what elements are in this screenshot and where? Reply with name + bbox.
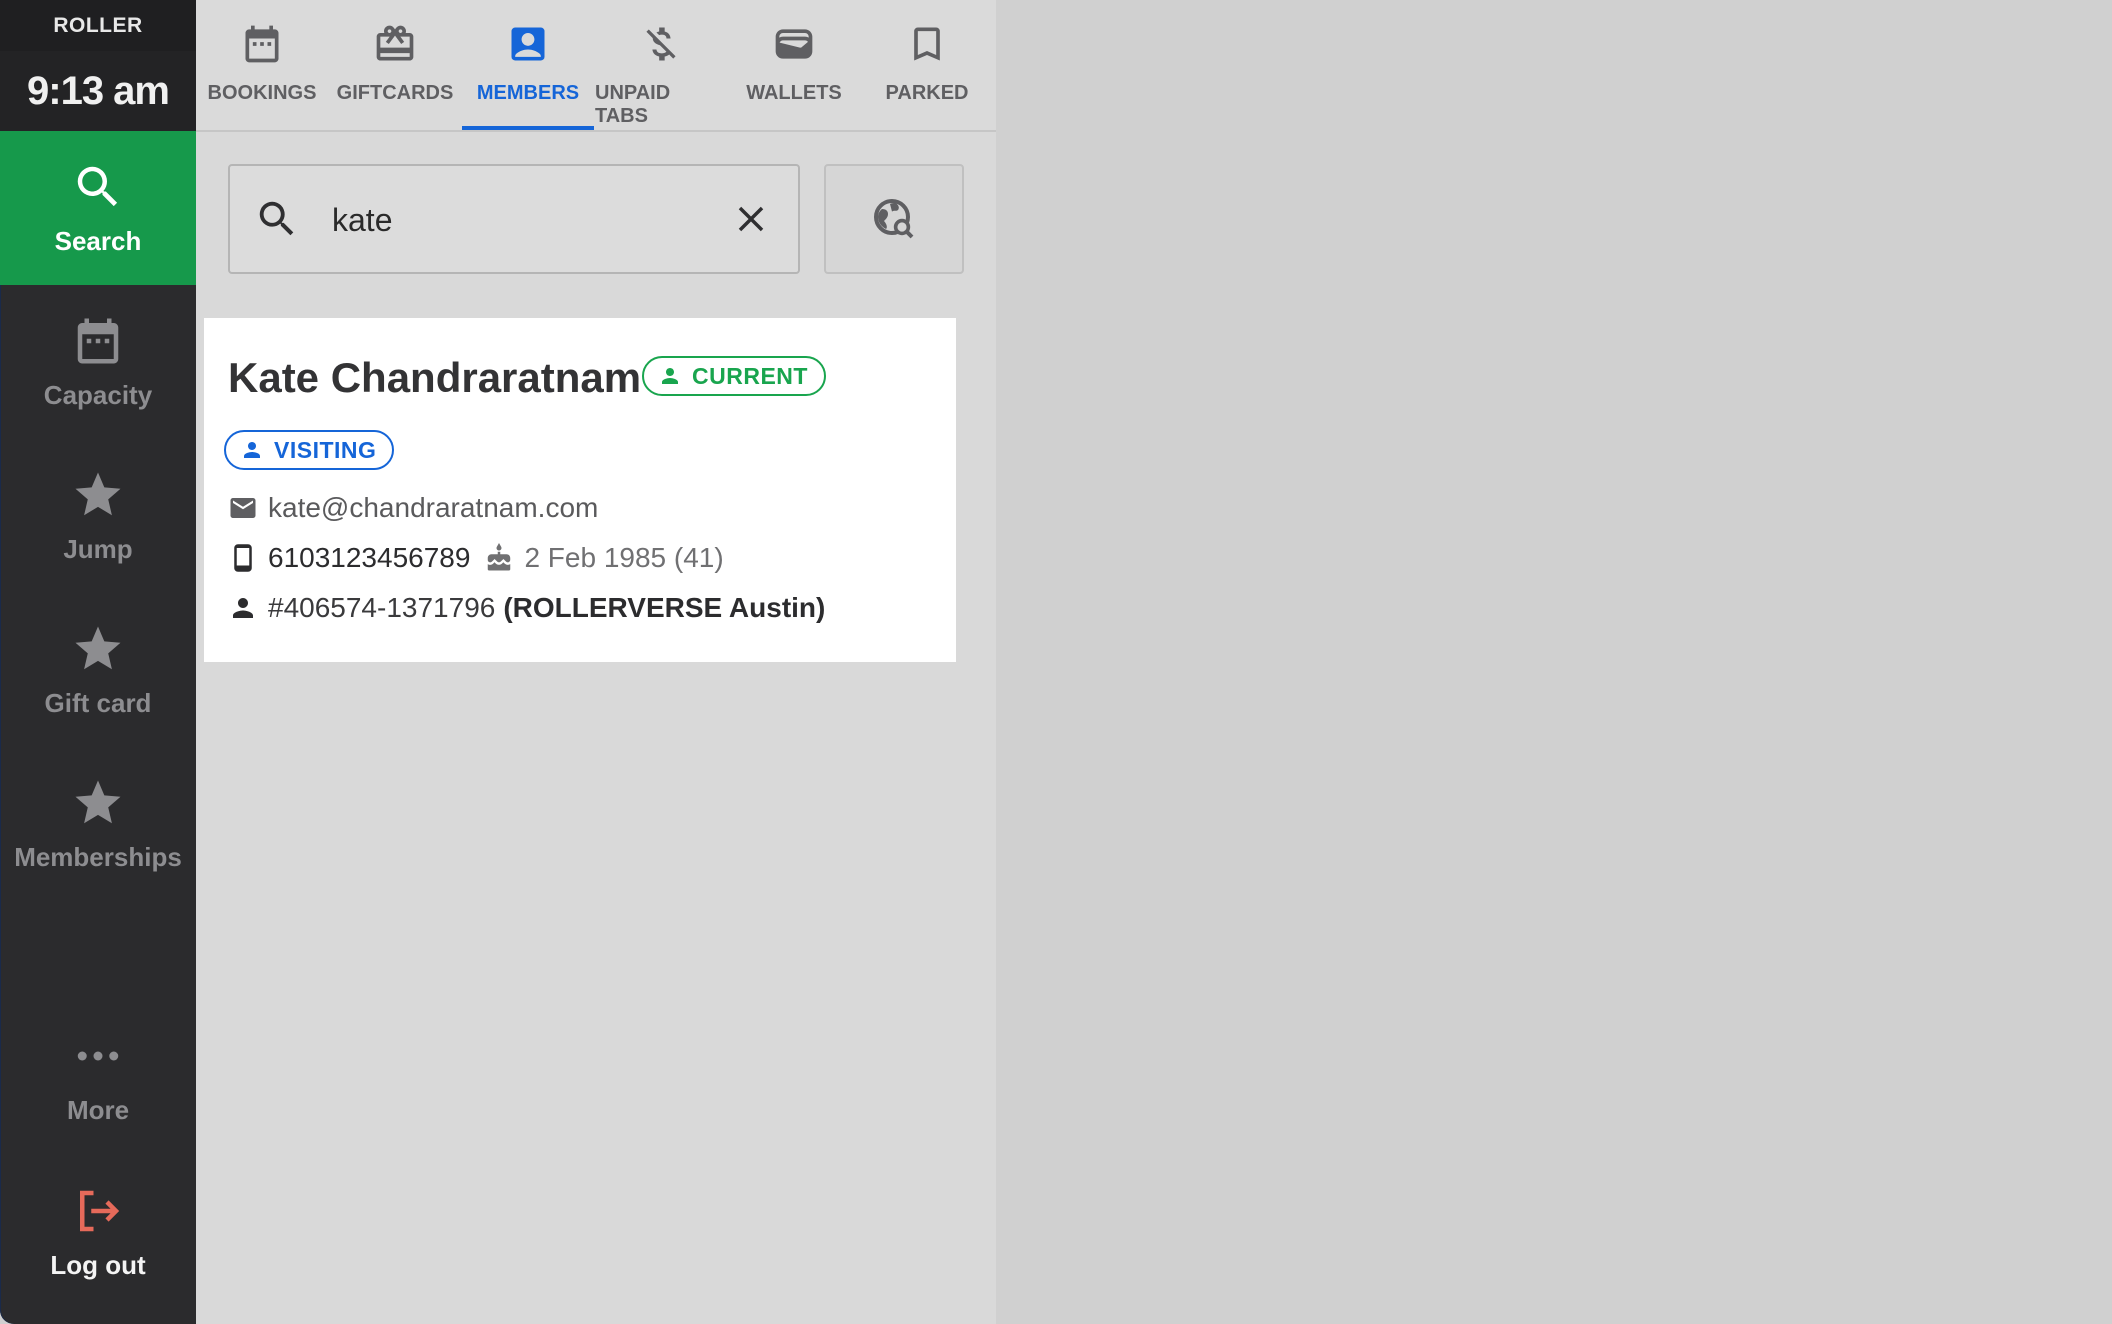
cake-icon <box>488 543 511 571</box>
tab-label: GIFTCARDS <box>336 82 454 104</box>
calendar-icon <box>77 318 119 363</box>
sidebar-item-label: Log out <box>50 1249 146 1280</box>
sidebar-item-label: More <box>66 1094 130 1125</box>
tab-members[interactable]: MEMBERS <box>462 0 594 130</box>
sidebar-item-gift-card[interactable]: Gift card <box>0 593 196 747</box>
tab-wallets[interactable]: WALLETS <box>728 0 860 128</box>
tab-label: BOOKINGS <box>207 82 317 104</box>
tab-giftcards[interactable]: GIFTCARDS <box>329 0 461 128</box>
global-search-button[interactable] <box>824 164 964 274</box>
sidebar-item-label: Gift card <box>44 687 152 718</box>
badge-label: CURRENT <box>692 362 808 389</box>
member-dob: 2 Feb 1985 (41) <box>524 542 724 573</box>
member-phone: 6103123456789 <box>268 542 471 573</box>
brand-label: ROLLER <box>0 0 196 51</box>
badge-label: VISITING <box>274 436 377 463</box>
status-badge-visiting: VISITING <box>224 430 395 470</box>
search-box <box>228 164 800 274</box>
tab-unpaid-tabs[interactable]: UNPAID TABS <box>595 0 727 128</box>
sidebar-item-logout[interactable]: Log out <box>0 1155 196 1309</box>
members-panel: BOOKINGS GIFTCARDS MEMBERS UNPAID TABS W… <box>196 0 996 1324</box>
search-input[interactable] <box>330 194 714 246</box>
tab-label: PARKED <box>885 82 969 104</box>
gift-card-icon <box>376 25 414 61</box>
tab-label: UNPAID TABS <box>595 82 671 127</box>
member-icon <box>511 27 545 61</box>
dob-group: 2 Feb 1985 (41) <box>484 542 724 574</box>
tab-parked[interactable]: PARKED <box>861 0 993 128</box>
sidebar: ROLLER 9:13 am Search Capacity Jump Gift… <box>0 0 196 1324</box>
phone-row: 6103123456789 2 Feb 1985 (41) <box>228 542 724 574</box>
sidebar-item-memberships[interactable]: Memberships <box>0 747 196 901</box>
email-icon <box>230 498 256 518</box>
member-venue: (ROLLERVERSE Austin) <box>503 592 826 623</box>
search-icon <box>77 166 118 206</box>
person-icon <box>233 598 253 618</box>
member-id-row: #406574-1371796 (ROLLERVERSE Austin) <box>228 592 825 624</box>
calendar-icon <box>245 25 279 63</box>
clock: 9:13 am <box>0 51 196 131</box>
tab-bar: BOOKINGS GIFTCARDS MEMBERS UNPAID TABS W… <box>196 0 996 132</box>
member-result-card[interactable]: Kate Chandraratnam CURRENT VISITING kate… <box>204 318 956 662</box>
tab-label: MEMBERS <box>476 82 580 104</box>
sidebar-item-more[interactable]: More <box>0 1000 196 1154</box>
person-icon <box>662 368 678 384</box>
sidebar-item-label: Jump <box>63 533 133 564</box>
tab-label: WALLETS <box>746 82 842 104</box>
sidebar-item-label: Memberships <box>14 841 182 872</box>
sidebar-item-capacity[interactable]: Capacity <box>0 285 196 439</box>
email-row: kate@chandraratnam.com <box>228 492 598 524</box>
logout-icon <box>80 1190 120 1231</box>
sidebar-item-label: Capacity <box>43 379 153 410</box>
tab-bookings[interactable]: BOOKINGS <box>196 0 328 128</box>
status-badge-current: CURRENT <box>642 356 826 396</box>
star-icon <box>75 626 121 669</box>
star-icon <box>75 472 121 515</box>
phone-icon <box>234 544 252 572</box>
clear-search-icon[interactable] <box>730 198 772 240</box>
sidebar-item-search[interactable]: Search <box>0 131 196 285</box>
no-money-icon <box>646 27 676 61</box>
global-search-icon <box>874 199 914 239</box>
sidebar-item-label: Search <box>54 225 142 256</box>
member-email: kate@chandraratnam.com <box>268 492 599 523</box>
person-icon <box>244 442 260 458</box>
wallet-icon <box>775 29 813 59</box>
bookmark-icon <box>914 27 940 61</box>
more-dots-icon <box>77 1051 119 1060</box>
search-icon <box>259 201 294 236</box>
sidebar-item-jump[interactable]: Jump <box>0 439 196 593</box>
member-name: Kate Chandraratnam <box>228 354 642 401</box>
star-icon <box>75 780 121 823</box>
member-id: #406574-1371796 <box>268 592 496 623</box>
